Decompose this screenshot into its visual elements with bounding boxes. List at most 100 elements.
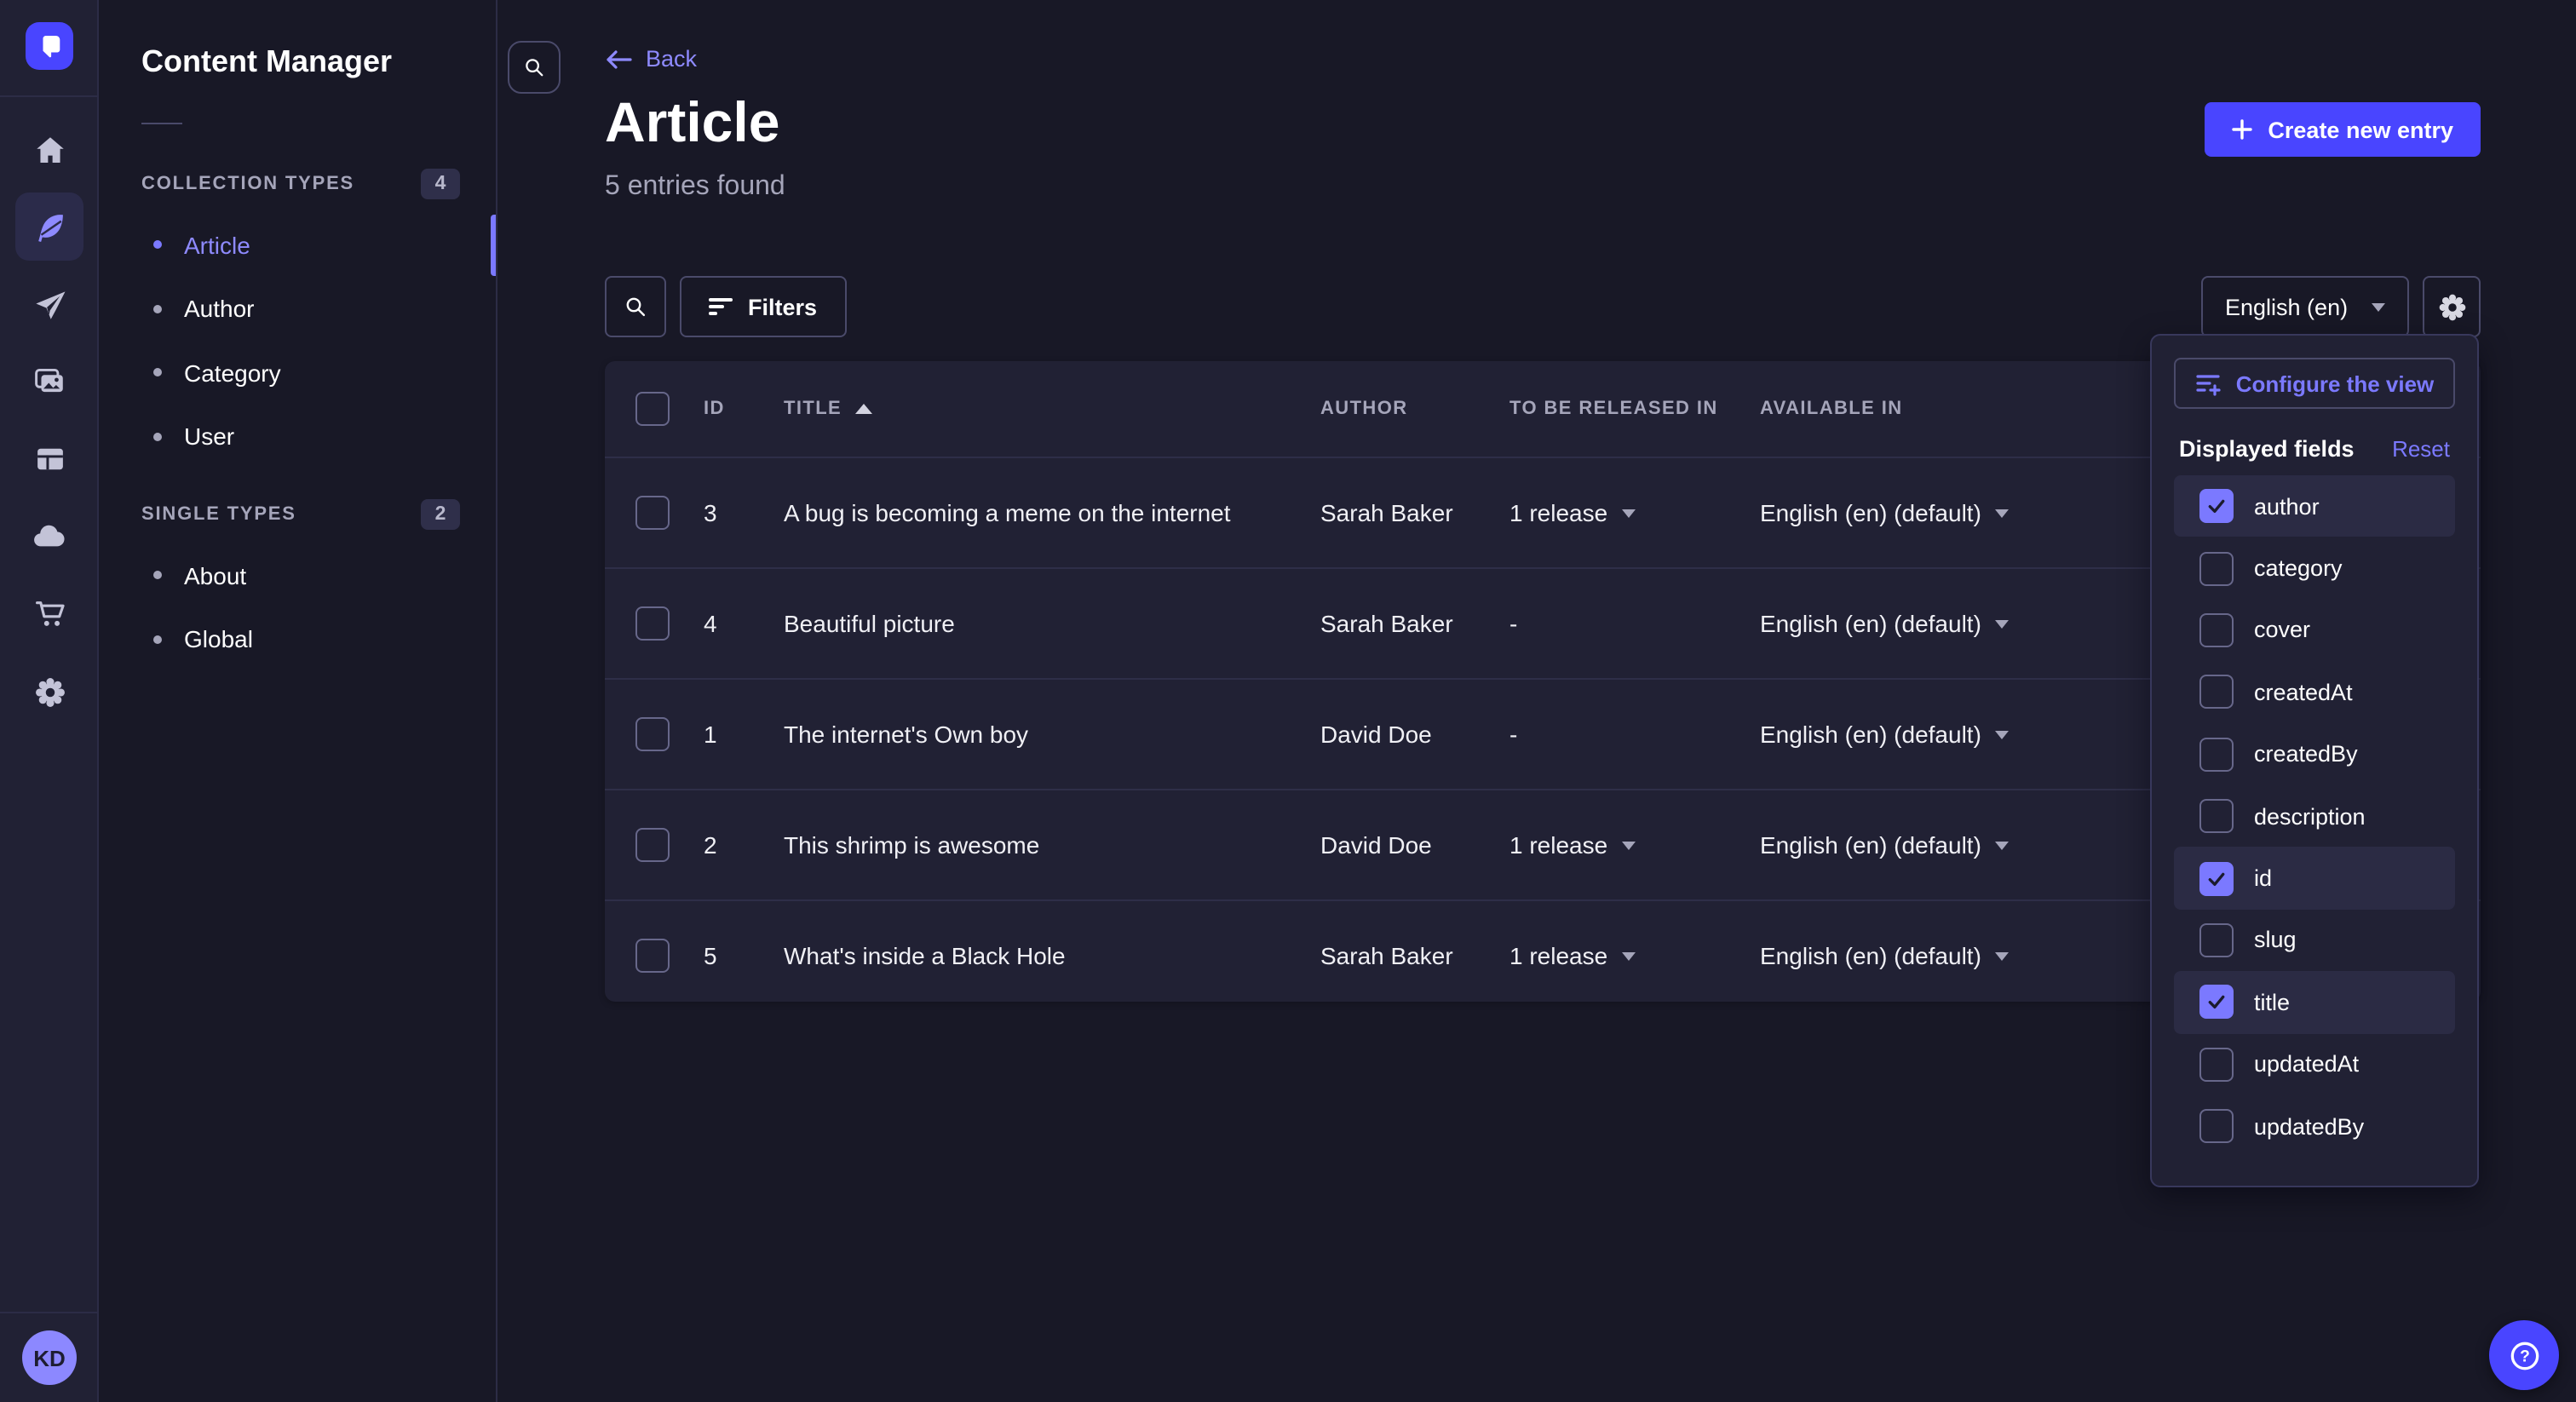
cell-available-in[interactable]: English (en) (default) bbox=[1760, 610, 2009, 637]
column-header-author[interactable]: AUTHOR bbox=[1320, 399, 1408, 419]
cell-title: The internet's Own boy bbox=[784, 721, 1028, 748]
chevron-down-icon bbox=[1621, 509, 1635, 517]
table-search-button[interactable] bbox=[605, 276, 666, 337]
back-label: Back bbox=[646, 46, 697, 72]
cell-available-in[interactable]: English (en) (default) bbox=[1760, 721, 2009, 748]
locale-select[interactable]: English (en) bbox=[2201, 276, 2409, 337]
field-option-description[interactable]: description bbox=[2174, 785, 2455, 848]
cell-id: 1 bbox=[704, 721, 717, 748]
settings-nav-button[interactable] bbox=[15, 658, 83, 726]
field-checkbox[interactable] bbox=[2199, 675, 2234, 710]
toolbar-right: English (en) bbox=[2201, 276, 2481, 337]
rail-divider bbox=[0, 1312, 97, 1313]
field-option-updatedat[interactable]: updatedAt bbox=[2174, 1033, 2455, 1095]
subnav-divider bbox=[141, 123, 182, 124]
field-checkbox[interactable] bbox=[2199, 613, 2234, 647]
section-label: COLLECTION TYPES bbox=[141, 174, 354, 194]
cell-author: Sarah Baker bbox=[1320, 499, 1453, 526]
field-checkbox[interactable] bbox=[2199, 551, 2234, 585]
row-checkbox[interactable] bbox=[635, 828, 670, 862]
releases-nav-button[interactable] bbox=[15, 271, 83, 339]
field-option-category[interactable]: category bbox=[2174, 537, 2455, 600]
column-header-available[interactable]: AVAILABLE IN bbox=[1760, 399, 1903, 419]
help-button[interactable]: ? bbox=[2489, 1320, 2559, 1390]
images-icon bbox=[31, 363, 68, 400]
field-checkbox[interactable] bbox=[2199, 489, 2234, 523]
subnav-item-article[interactable]: Article bbox=[99, 213, 496, 277]
home-nav-button[interactable] bbox=[15, 116, 83, 184]
cell-release[interactable]: 1 release bbox=[1509, 942, 1635, 969]
filters-label: Filters bbox=[748, 294, 817, 319]
cell-release[interactable]: 1 release bbox=[1509, 499, 1635, 526]
field-option-createdby[interactable]: createdBy bbox=[2174, 723, 2455, 785]
subnav-item-category[interactable]: Category bbox=[99, 341, 496, 405]
back-link[interactable]: Back bbox=[605, 46, 697, 72]
gear-icon bbox=[2435, 290, 2468, 323]
marketplace-nav-button[interactable] bbox=[15, 579, 83, 647]
cell-release[interactable]: - bbox=[1509, 721, 1517, 748]
view-settings-button[interactable] bbox=[2423, 276, 2481, 337]
check-icon bbox=[2205, 494, 2228, 518]
column-header-title[interactable]: TITLE bbox=[784, 399, 872, 419]
create-new-entry-button[interactable]: Create new entry bbox=[2205, 102, 2481, 157]
home-icon bbox=[32, 132, 67, 168]
column-header-release[interactable]: TO BE RELEASED IN bbox=[1509, 399, 1718, 419]
cell-title: A bug is becoming a meme on the internet bbox=[784, 499, 1231, 526]
configure-view-label: Configure the view bbox=[2236, 371, 2435, 396]
subnav-search-button[interactable] bbox=[508, 41, 561, 94]
cell-available-in[interactable]: English (en) (default) bbox=[1760, 831, 2009, 859]
check-icon bbox=[2205, 991, 2228, 1014]
field-option-createdat[interactable]: createdAt bbox=[2174, 661, 2455, 723]
cart-icon bbox=[32, 595, 67, 631]
chevron-down-icon bbox=[1995, 730, 2009, 738]
select-all-checkbox[interactable] bbox=[635, 392, 670, 426]
subnav-sections: COLLECTION TYPES 4 Article Author Catego… bbox=[99, 164, 496, 697]
subnav-item-global[interactable]: Global bbox=[99, 607, 496, 671]
row-checkbox[interactable] bbox=[635, 496, 670, 530]
field-option-id[interactable]: id bbox=[2174, 848, 2455, 910]
deploy-nav-button[interactable] bbox=[15, 503, 83, 571]
chevron-down-icon bbox=[2372, 302, 2385, 311]
column-header-id[interactable]: ID bbox=[704, 399, 725, 419]
field-checkbox[interactable] bbox=[2199, 799, 2234, 833]
field-option-title[interactable]: title bbox=[2174, 971, 2455, 1033]
content-type-builder-nav-button[interactable] bbox=[15, 424, 83, 492]
field-option-slug[interactable]: slug bbox=[2174, 909, 2455, 971]
feather-icon bbox=[32, 209, 67, 244]
bullet-icon bbox=[153, 635, 162, 644]
subnav-item-author[interactable]: Author bbox=[99, 277, 496, 341]
row-checkbox[interactable] bbox=[635, 606, 670, 641]
cell-release[interactable]: - bbox=[1509, 610, 1517, 637]
strapi-logo[interactable] bbox=[26, 22, 73, 70]
cell-available-in[interactable]: English (en) (default) bbox=[1760, 499, 2009, 526]
field-option-author[interactable]: author bbox=[2174, 475, 2455, 537]
field-option-cover[interactable]: cover bbox=[2174, 600, 2455, 662]
field-checkbox[interactable] bbox=[2199, 923, 2234, 957]
reset-link[interactable]: Reset bbox=[2392, 436, 2450, 462]
cell-title: Beautiful picture bbox=[784, 610, 955, 637]
svg-text:?: ? bbox=[2519, 1347, 2529, 1365]
field-checkbox[interactable] bbox=[2199, 738, 2234, 772]
toolbar-left: Filters bbox=[605, 276, 846, 337]
cell-author: Sarah Baker bbox=[1320, 610, 1453, 637]
field-option-updatedby[interactable]: updatedBy bbox=[2174, 1095, 2455, 1158]
content-manager-nav-button[interactable] bbox=[15, 192, 83, 261]
field-checkbox[interactable] bbox=[2199, 1047, 2234, 1081]
cell-available-in[interactable]: English (en) (default) bbox=[1760, 942, 2009, 969]
subnav-item-about[interactable]: About bbox=[99, 543, 496, 607]
row-checkbox[interactable] bbox=[635, 939, 670, 973]
strapi-logo-icon bbox=[34, 31, 65, 61]
configure-view-button[interactable]: Configure the view bbox=[2174, 358, 2455, 409]
section-label: SINGLE TYPES bbox=[141, 504, 296, 525]
subnav-item-user[interactable]: User bbox=[99, 405, 496, 468]
media-library-nav-button[interactable] bbox=[15, 348, 83, 416]
cell-author: David Doe bbox=[1320, 721, 1432, 748]
cell-release[interactable]: 1 release bbox=[1509, 831, 1635, 859]
filters-button[interactable]: Filters bbox=[680, 276, 846, 337]
field-checkbox[interactable] bbox=[2199, 985, 2234, 1020]
chevron-down-icon bbox=[1995, 509, 2009, 517]
row-checkbox[interactable] bbox=[635, 717, 670, 751]
user-avatar[interactable]: KD bbox=[22, 1330, 77, 1385]
field-checkbox[interactable] bbox=[2199, 861, 2234, 895]
field-checkbox[interactable] bbox=[2199, 1109, 2234, 1143]
